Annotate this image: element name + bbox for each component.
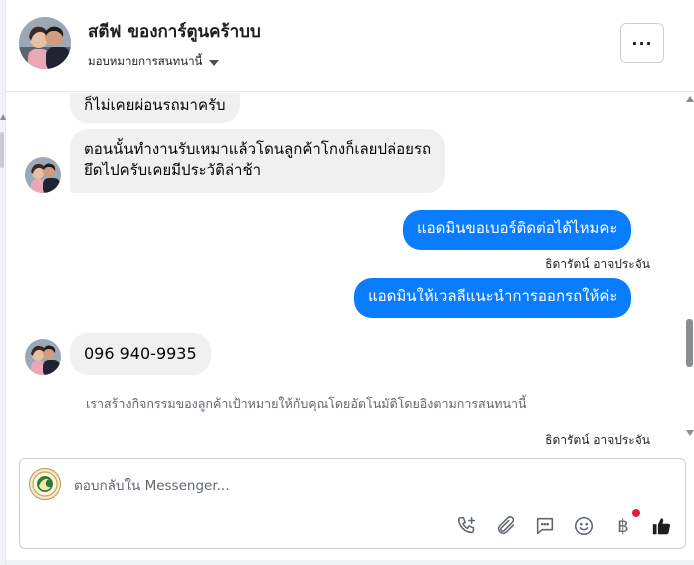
reply-composer: ฿	[19, 458, 686, 549]
outgoing-message[interactable]: แอดมินขอเบอร์ติดต่อได้ไหมคะ	[403, 210, 632, 250]
message-scrollbar[interactable]	[684, 93, 694, 438]
scroll-down-icon[interactable]	[686, 430, 694, 436]
contact-avatar[interactable]	[19, 17, 71, 69]
incoming-message[interactable]: ตอนนั้นทำงานรับเหมาแล้วโดนลูกค้าโกงก็เลย…	[70, 129, 446, 193]
incoming-message[interactable]: 096 940-9935	[70, 333, 211, 375]
ellipsis-icon: ···	[631, 33, 653, 53]
bottom-edge	[6, 560, 694, 565]
sender-avatar[interactable]	[25, 339, 61, 375]
scroll-up-icon[interactable]	[686, 96, 694, 102]
assign-conversation-dropdown[interactable]: มอบหมายการสนทนานี้	[88, 53, 220, 71]
sender-avatar[interactable]	[25, 157, 61, 193]
thumbs-up-icon[interactable]	[651, 515, 673, 537]
caret-down-icon	[209, 59, 220, 66]
phone-add-icon[interactable]	[456, 515, 478, 537]
message-list[interactable]: ก็ไม่เคยผ่อนรถมาครับ ตอนนั้นทำงานรับเหมา…	[6, 93, 684, 453]
page-avatar	[29, 468, 61, 500]
message-line: ตอนนั้นทำงานรับเหมาแล้วโดนลูกค้าโกงก็เลย…	[84, 140, 432, 158]
assign-conversation-label: มอบหมายการสนทนานี้	[88, 54, 203, 68]
saved-reply-icon[interactable]	[534, 515, 556, 537]
sender-name: ธิดารัตน์ อาจประจัน	[545, 257, 650, 271]
composer-toolbar: ฿	[456, 509, 673, 539]
left-scroll-handle[interactable]	[0, 132, 4, 168]
baht-payment-icon[interactable]: ฿	[612, 509, 640, 537]
emoji-icon[interactable]	[573, 515, 595, 537]
lead-activity-notice: เราสร้างกิจกรรมของลูกค้าเป้าหมายให้กับคุ…	[86, 396, 527, 411]
incoming-message[interactable]: ก็ไม่เคยผ่อนรถมาครับ	[70, 93, 240, 123]
sender-name: ธิดารัตน์ อาจประจัน	[545, 433, 650, 447]
conversation-header: สตีฟ ของการ์ตูนคร้าบบ มอบหมายการสนทนานี้…	[6, 0, 694, 92]
baht-symbol: ฿	[617, 515, 629, 537]
notification-dot	[632, 509, 640, 517]
message-line: ยึดไปครับเคยมีประวัติล่าช้า	[84, 161, 262, 179]
contact-name[interactable]: สตีฟ ของการ์ตูนคร้าบบ	[88, 18, 261, 45]
outgoing-message[interactable]: แอดมินให้เวลลีแนะนำการออกรถให้ค่ะ	[354, 278, 632, 318]
reply-input[interactable]	[74, 478, 494, 494]
paperclip-icon[interactable]	[495, 515, 517, 537]
scroll-thumb[interactable]	[686, 319, 693, 367]
more-options-button[interactable]: ···	[620, 23, 664, 63]
